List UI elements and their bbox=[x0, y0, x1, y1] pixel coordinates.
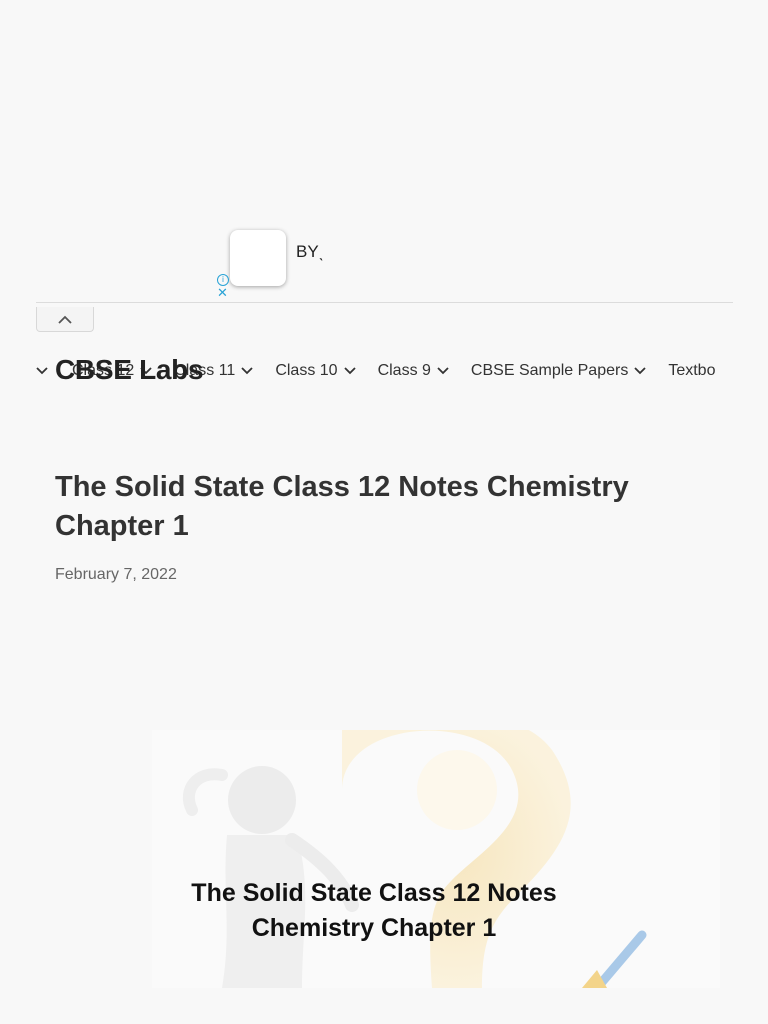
nav-item-label: CBSE Sample Papers bbox=[470, 362, 629, 379]
nav-item-label: Textbo bbox=[668, 362, 716, 379]
ad-banner[interactable]: BYˎ i ✕ bbox=[36, 226, 733, 308]
ad-logo[interactable] bbox=[230, 230, 286, 286]
featured-image-title-text: The Solid State Class 12 Notes Chemistry… bbox=[191, 879, 557, 942]
page: BYˎ i ✕ Class 12 Class 11 Class 10 Class… bbox=[0, 0, 768, 1024]
chevron-down-icon bbox=[343, 367, 356, 375]
chevron-up-icon bbox=[58, 315, 72, 324]
nav-item-textbooks[interactable]: Textbo bbox=[668, 362, 715, 380]
nav-item-label: Class 9 bbox=[377, 362, 431, 379]
ad-text[interactable]: BYˎ bbox=[296, 242, 324, 262]
nav-item-cbse-sample-papers[interactable]: CBSE Sample Papers bbox=[471, 362, 646, 380]
site-brand[interactable]: CBSE Labs bbox=[55, 354, 204, 386]
ad-collapse-button[interactable] bbox=[36, 307, 94, 332]
post-date: February 7, 2022 bbox=[55, 566, 177, 583]
featured-image: The Solid State Class 12 Notes Chemistry… bbox=[152, 730, 720, 988]
page-title: The Solid State Class 12 Notes Chemistry… bbox=[55, 471, 629, 542]
close-icon[interactable]: ✕ bbox=[217, 287, 228, 301]
chevron-down-icon[interactable] bbox=[36, 367, 48, 375]
featured-image-title: The Solid State Class 12 Notes Chemistry… bbox=[152, 876, 658, 946]
chevron-down-icon bbox=[634, 367, 646, 375]
chevron-down-icon bbox=[437, 367, 449, 375]
info-icon[interactable]: i bbox=[217, 274, 229, 286]
ad-divider bbox=[36, 302, 733, 303]
nav-item-label: Class 10 bbox=[275, 362, 338, 379]
featured-image-art bbox=[182, 730, 647, 988]
nav-item-class-10[interactable]: Class 10 bbox=[275, 362, 356, 380]
nav-item-class-9[interactable]: Class 9 bbox=[378, 362, 449, 380]
chevron-down-icon bbox=[241, 367, 253, 375]
